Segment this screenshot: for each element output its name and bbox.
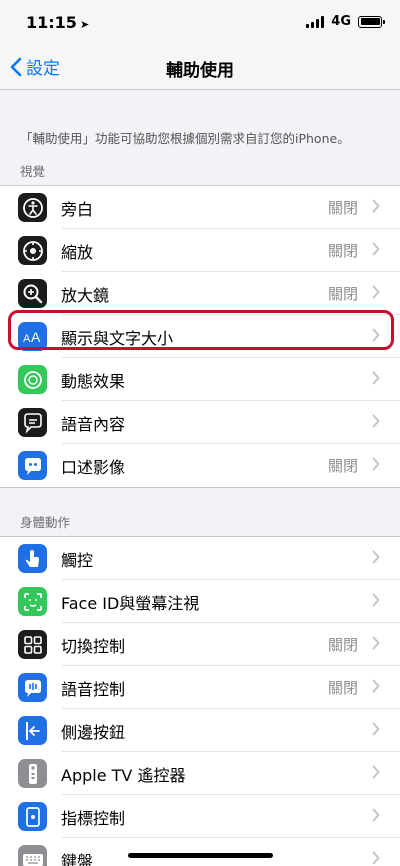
- status-bar: 11:15 ➤ 4G: [0, 0, 400, 44]
- chevron-right-icon: [372, 678, 380, 697]
- keyboard-icon: [18, 845, 47, 866]
- row-label: 語音內容: [61, 414, 126, 434]
- chevron-right-icon: [372, 592, 380, 611]
- pointer-control-icon: [18, 802, 47, 831]
- chevron-right-icon: [372, 764, 380, 783]
- apple-tv-remote-icon: [18, 759, 47, 788]
- chevron-right-icon: [372, 413, 380, 432]
- chevron-right-icon: [372, 327, 380, 346]
- row-label: Apple TV 遙控器: [61, 765, 186, 785]
- status-time: 11:15 ➤: [26, 13, 90, 32]
- face-id-icon: [18, 587, 47, 616]
- spoken-content-icon: [18, 408, 47, 437]
- row-label: 觸控: [61, 550, 94, 570]
- physical-row-switch-control[interactable]: 切換控制 關閉: [0, 623, 400, 666]
- chevron-right-icon: [372, 198, 380, 217]
- network-type: 4G: [331, 14, 351, 29]
- row-value: 關閉: [327, 636, 358, 654]
- row-label: 顯示與文字大小: [61, 328, 174, 348]
- row-label: Face ID與螢幕注視: [61, 593, 200, 613]
- physical-row-face-id[interactable]: Face ID與螢幕注視: [0, 580, 400, 623]
- physical-row-pointer-control[interactable]: 指標控制: [0, 795, 400, 838]
- vision-row-text-size[interactable]: A A 顯示與文字大小: [0, 315, 400, 358]
- description-text: 「輔助使用」功能可協助您根據個別需求自訂您的iPhone。: [20, 131, 350, 146]
- battery-icon: [358, 15, 385, 28]
- chevron-right-icon: [372, 456, 380, 475]
- physical-row-touch[interactable]: 觸控: [0, 537, 400, 580]
- row-label: 口述影像: [61, 457, 126, 477]
- chevron-right-icon: [372, 635, 380, 654]
- zoom-icon: [18, 236, 47, 265]
- row-value: 關閉: [327, 285, 358, 303]
- chevron-right-icon: [372, 284, 380, 303]
- row-label: 動態效果: [61, 371, 126, 391]
- vision-row-magnifier[interactable]: 放大鏡 關閉: [0, 272, 400, 315]
- physical-row-apple-tv-remote[interactable]: Apple TV 遙控器: [0, 752, 400, 795]
- chevron-right-icon: [372, 370, 380, 389]
- row-value: 關閉: [327, 679, 358, 697]
- chevron-right-icon: [372, 721, 380, 740]
- home-indicator: [128, 853, 273, 858]
- row-label: 語音控制: [61, 679, 126, 699]
- vision-row-spoken-content[interactable]: 語音內容: [0, 401, 400, 444]
- motion-icon: [18, 365, 47, 394]
- status-indicators: 4G: [306, 14, 385, 29]
- chevron-right-icon: [372, 241, 380, 260]
- vision-row-audio-description[interactable]: 口述影像 關閉: [0, 444, 400, 487]
- voiceover-icon: [18, 193, 47, 222]
- physical-group: 觸控 Face ID與螢幕注視 切換控制 關閉 語音控制 關閉 側邊按鈕 Apple TV 遙…: [0, 536, 400, 866]
- row-label: 放大鏡: [61, 285, 110, 305]
- signal-icon: [306, 15, 325, 28]
- svg-text:A: A: [31, 329, 41, 345]
- text-size-icon: AA: [18, 322, 47, 351]
- page-title: 輔助使用: [166, 61, 234, 81]
- row-value: 關閉: [327, 457, 358, 475]
- chevron-right-icon: [372, 850, 380, 866]
- svg-text:A: A: [23, 333, 31, 345]
- row-label: 側邊按鈕: [61, 722, 126, 742]
- row-value: 關閉: [327, 242, 358, 260]
- row-label: 切換控制: [61, 636, 126, 656]
- section-header-physical: 身體動作: [20, 515, 71, 530]
- section-header-vision: 視覺: [20, 164, 46, 179]
- voice-control-icon: [18, 673, 47, 702]
- row-label: 旁白: [61, 199, 94, 219]
- row-value: 關閉: [327, 199, 358, 217]
- magnifier-icon: [18, 279, 47, 308]
- touch-icon: [18, 544, 47, 573]
- switch-control-icon: [18, 630, 47, 659]
- audio-description-icon: [18, 451, 47, 480]
- physical-row-side-button[interactable]: 側邊按鈕: [0, 709, 400, 752]
- location-icon: ➤: [79, 18, 90, 31]
- physical-row-keyboard[interactable]: 鍵盤: [0, 838, 400, 866]
- physical-row-voice-control[interactable]: 語音控制 關閉: [0, 666, 400, 709]
- vision-row-motion[interactable]: 動態效果: [0, 358, 400, 401]
- row-label: 指標控制: [61, 808, 126, 828]
- vision-group: 旁白 關閉 縮放 關閉 放大鏡 關閉 A A 顯示與文字大小 動態效果 語音內容 口述影像 關閉: [0, 185, 400, 488]
- chevron-right-icon: [372, 549, 380, 568]
- row-label: 縮放: [61, 242, 94, 262]
- side-button-icon: [18, 716, 47, 745]
- chevron-right-icon: [372, 807, 380, 826]
- vision-row-voiceover[interactable]: 旁白 關閉: [0, 186, 400, 229]
- vision-row-zoom[interactable]: 縮放 關閉: [0, 229, 400, 272]
- navigation-bar: 設定 輔助使用: [0, 44, 400, 90]
